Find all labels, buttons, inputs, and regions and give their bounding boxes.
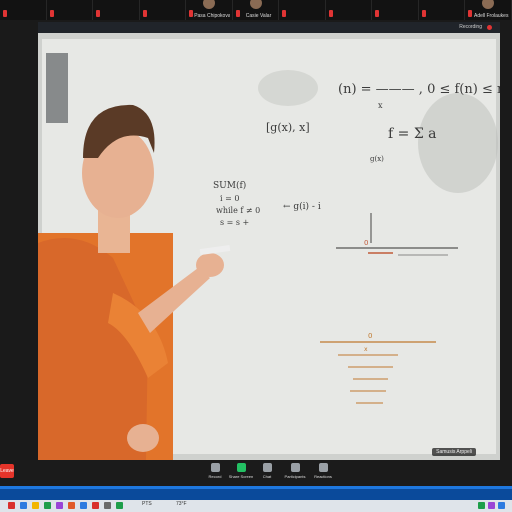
main-video: Recording (n) = ——— , 0 ≤ f(n) ≤ n ∀n f …: [38, 22, 500, 460]
board-line-3: [g(x), x]: [266, 121, 310, 134]
taskbar-app-icon[interactable]: [68, 502, 75, 509]
taskbar-app-icon[interactable]: [92, 502, 99, 509]
toolbar-button-label: Reactions: [314, 474, 332, 479]
whiteboard-scene: (n) = ——— , 0 ≤ f(n) ≤ n ∀n f = Σ a x g(…: [38, 33, 500, 460]
participant-tile[interactable]: Casie Valar: [233, 0, 280, 20]
board-code-2: i = 0: [220, 194, 239, 203]
video-top-bar: Recording: [38, 22, 500, 33]
recording-label: Recording: [459, 24, 482, 30]
record-icon: [210, 463, 220, 472]
board-line-2-top: x: [378, 101, 383, 110]
speaker-name-label: Samusis Arppeli: [432, 448, 476, 456]
mic-muted-icon: [328, 10, 333, 17]
board-line-2-bottom: g(x): [370, 155, 384, 163]
leave-button[interactable]: Leave: [0, 464, 14, 478]
mic-muted-icon: [96, 10, 101, 17]
share-screen-icon: [236, 463, 246, 472]
mic-muted-icon: [468, 10, 473, 17]
board-code-3: while f ≠ 0: [216, 206, 260, 215]
toolbar-button-record[interactable]: Record: [202, 462, 228, 484]
tray-icon[interactable]: [498, 502, 505, 509]
board-arrow-note: ← g(i) - i: [283, 201, 321, 212]
taskbar-app-icon[interactable]: [20, 502, 27, 509]
toolbar-button-label: Chat: [262, 474, 272, 479]
tray-icon[interactable]: [488, 502, 495, 509]
participant-name: Pasa Chipokova: [194, 13, 230, 19]
wall-bracket: [46, 53, 68, 123]
participant-tile[interactable]: [93, 0, 140, 20]
mic-muted-icon: [3, 10, 7, 17]
participant-tile[interactable]: [372, 0, 419, 20]
taskbar-app-icon[interactable]: [116, 502, 123, 509]
participant-tile[interactable]: [140, 0, 187, 20]
mic-muted-icon: [142, 10, 147, 17]
chat-icon: [262, 463, 272, 472]
participant-name: Casie Valar: [245, 13, 272, 19]
taskbar-accent: [0, 486, 512, 489]
participant-tile[interactable]: [279, 0, 326, 20]
participant-tile[interactable]: [419, 0, 466, 20]
board-mark-2: 0: [368, 332, 372, 340]
os-taskbar: PTS 73°F: [0, 486, 512, 512]
toolbar-button-reactions[interactable]: Reactions: [310, 462, 336, 484]
mic-muted-icon: [189, 10, 194, 17]
mic-muted-icon: [421, 10, 426, 17]
toolbar-button-share-screen[interactable]: Share Screen: [228, 462, 254, 484]
taskbar-temp-label: PTS: [142, 501, 152, 507]
avatar: [202, 0, 215, 9]
mic-muted-icon: [375, 10, 380, 17]
board-line-2: f = Σ a: [388, 126, 437, 142]
participant-name: Adell Frolaukes: [474, 13, 509, 19]
board-mark: 0: [364, 239, 368, 247]
taskbar-app-icon[interactable]: [8, 502, 15, 509]
participant-tile[interactable]: Adell Frolaukes: [465, 0, 512, 20]
board-line-1: (n) = ——— , 0 ≤ f(n) ≤ n ∀n: [338, 82, 500, 97]
avatar: [482, 0, 495, 9]
toolbar-button-label: Record: [208, 474, 222, 479]
board-code-4: s = s +: [220, 218, 249, 227]
board-code-1: SUM(f): [213, 180, 246, 191]
participant-strip: Pasa Chipokova Casie Valar Adell Frolaukes: [0, 0, 512, 20]
mic-muted-icon: [282, 10, 287, 17]
mic-muted-icon: [49, 10, 54, 17]
taskbar-tray: [0, 500, 512, 512]
taskbar-app-icon[interactable]: [44, 502, 51, 509]
participant-tile[interactable]: Pasa Chipokova: [186, 0, 233, 20]
participants-icon: [290, 463, 300, 472]
taskbar-app-icon[interactable]: [32, 502, 39, 509]
avatar: [249, 0, 262, 9]
taskbar-app-icon[interactable]: [56, 502, 63, 509]
board-mark-3: x: [364, 346, 368, 353]
toolbar-button-participants[interactable]: Participants: [282, 462, 308, 484]
toolbar-button-label: Share Screen: [228, 474, 254, 479]
toolbar-button-chat[interactable]: Chat: [254, 462, 280, 484]
toolbar-button-label: Participants: [284, 474, 306, 479]
tray-icon[interactable]: [478, 502, 485, 509]
participant-tile[interactable]: [326, 0, 373, 20]
recording-icon: [487, 25, 492, 30]
taskbar-temperature: 73°F: [176, 501, 187, 507]
taskbar-app-icon[interactable]: [80, 502, 87, 509]
participant-tile[interactable]: [0, 0, 47, 20]
mic-muted-icon: [235, 10, 240, 17]
taskbar-app-icon[interactable]: [104, 502, 111, 509]
reactions-icon: [318, 463, 328, 472]
participant-tile[interactable]: [47, 0, 94, 20]
